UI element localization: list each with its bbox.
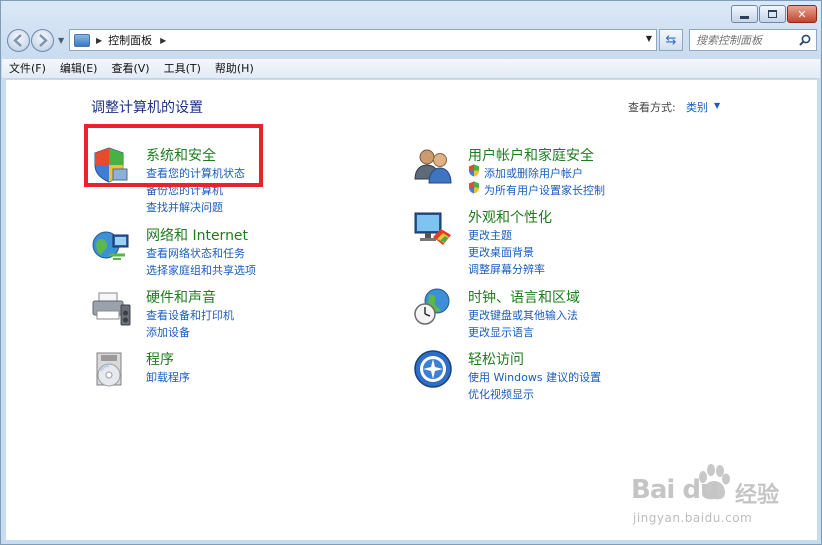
category-network-internet: 网络和 Internet 查看网络状态和任务 选择家庭组和共享选项 — [91, 225, 391, 280]
link-change-theme[interactable]: 更改主题 — [468, 227, 512, 243]
category-title[interactable]: 外观和个性化 — [468, 207, 552, 227]
breadcrumb-chevron-icon[interactable]: ▶ — [160, 36, 166, 45]
close-icon: ✕ — [797, 7, 807, 21]
menu-bar: 文件(F) 编辑(E) 查看(V) 工具(T) 帮助(H) — [2, 59, 820, 79]
link-troubleshoot[interactable]: 查找并解决问题 — [146, 199, 223, 215]
users-icon[interactable] — [413, 145, 453, 185]
baidu-watermark: Bai du 经验 jingyan.baidu.com — [629, 463, 819, 543]
link-add-device[interactable]: 添加设备 — [146, 324, 190, 340]
category-ease-of-access: 轻松访问 使用 Windows 建议的设置 优化视频显示 — [413, 349, 713, 404]
highlight-box — [84, 124, 263, 187]
link-uninstall-program[interactable]: 卸载程序 — [146, 369, 190, 385]
menu-file[interactable]: 文件(F) — [2, 59, 53, 79]
page-title: 调整计算机的设置 — [91, 100, 203, 116]
watermark-url: jingyan.baidu.com — [633, 511, 753, 525]
printer-icon[interactable] — [91, 287, 131, 327]
maximize-button[interactable] — [759, 5, 786, 23]
watermark-brand: Bai du — [631, 475, 718, 505]
menu-edit[interactable]: 编辑(E) — [53, 59, 105, 79]
category-title[interactable]: 用户帐户和家庭安全 — [468, 145, 594, 165]
back-button[interactable] — [7, 29, 30, 52]
view-by-dropdown-icon[interactable]: ▼ — [714, 101, 720, 110]
network-globe-icon[interactable] — [91, 225, 131, 265]
ease-of-access-icon[interactable] — [413, 349, 453, 389]
link-windows-suggested-settings[interactable]: 使用 Windows 建议的设置 — [468, 369, 601, 385]
menu-view[interactable]: 查看(V) — [104, 59, 156, 79]
link-screen-resolution[interactable]: 调整屏幕分辨率 — [468, 261, 545, 277]
link-add-remove-accounts[interactable]: 添加或删除用户帐户 — [484, 165, 583, 181]
menu-tools[interactable]: 工具(T) — [157, 59, 208, 79]
refresh-button[interactable]: ⇆ — [659, 29, 683, 51]
category-programs: 程序 卸载程序 — [91, 349, 391, 394]
back-arrow-icon — [13, 34, 22, 47]
search-input[interactable] — [696, 33, 796, 47]
view-by-dropdown[interactable]: 类别 — [686, 99, 708, 115]
uac-shield-icon — [469, 164, 479, 177]
close-button[interactable]: ✕ — [787, 5, 817, 23]
menu-help[interactable]: 帮助(H) — [208, 59, 261, 79]
watermark-suffix: 经验 — [735, 483, 780, 508]
search-icon[interactable] — [799, 34, 811, 46]
category-clock-language-region: 时钟、语言和区域 更改键盘或其他输入法 更改显示语言 — [413, 287, 713, 342]
program-disc-icon[interactable] — [91, 349, 131, 389]
category-title[interactable]: 网络和 Internet — [146, 225, 248, 245]
category-user-accounts: 用户帐户和家庭安全 添加或删除用户帐户 为所有用户设置家长控制 — [413, 145, 713, 200]
navigation-bar: ▼ ▶ 控制面板 ▶ ▼ ⇆ — [1, 27, 821, 55]
search-box[interactable] — [689, 29, 817, 51]
link-keyboard-input[interactable]: 更改键盘或其他输入法 — [468, 307, 578, 323]
category-title[interactable]: 程序 — [146, 349, 174, 369]
link-parental-controls[interactable]: 为所有用户设置家长控制 — [484, 182, 605, 198]
breadcrumb-chevron-icon[interactable]: ▶ — [96, 36, 102, 45]
maximize-icon — [768, 10, 777, 18]
control-panel-icon — [74, 33, 90, 47]
category-hardware-sound: 硬件和声音 查看设备和打印机 添加设备 — [91, 287, 391, 342]
forward-arrow-icon — [39, 34, 48, 47]
caption-buttons: ✕ — [731, 5, 817, 23]
uac-shield-icon — [469, 181, 479, 194]
address-dropdown-icon[interactable]: ▼ — [646, 34, 652, 43]
forward-button[interactable] — [31, 29, 54, 52]
category-title[interactable]: 轻松访问 — [468, 349, 524, 369]
link-homegroup-sharing[interactable]: 选择家庭组和共享选项 — [146, 262, 256, 278]
link-display-language[interactable]: 更改显示语言 — [468, 324, 534, 340]
refresh-icon: ⇆ — [665, 32, 677, 48]
clock-globe-icon[interactable] — [413, 287, 453, 327]
view-by-label: 查看方式: — [628, 101, 676, 114]
recent-pages-dropdown-icon[interactable]: ▼ — [58, 36, 64, 45]
minimize-icon — [740, 15, 749, 19]
category-appearance: 外观和个性化 更改主题 更改桌面背景 调整屏幕分辨率 — [413, 207, 713, 277]
control-panel-window: ✕ ▼ ▶ 控制面板 ▶ ▼ ⇆ 文件(F) 编辑(E) 查看(V) — [0, 0, 822, 545]
link-optimize-visual-display[interactable]: 优化视频显示 — [468, 386, 534, 402]
breadcrumb-control-panel[interactable]: 控制面板 — [108, 32, 152, 48]
minimize-button[interactable] — [731, 5, 758, 23]
link-devices-printers[interactable]: 查看设备和打印机 — [146, 307, 234, 323]
address-bar[interactable]: ▶ 控制面板 ▶ ▼ — [69, 29, 657, 51]
category-title[interactable]: 时钟、语言和区域 — [468, 287, 580, 307]
link-desktop-background[interactable]: 更改桌面背景 — [468, 244, 534, 260]
link-network-status[interactable]: 查看网络状态和任务 — [146, 245, 245, 261]
category-title[interactable]: 硬件和声音 — [146, 287, 216, 307]
monitor-paint-icon[interactable] — [413, 207, 453, 247]
